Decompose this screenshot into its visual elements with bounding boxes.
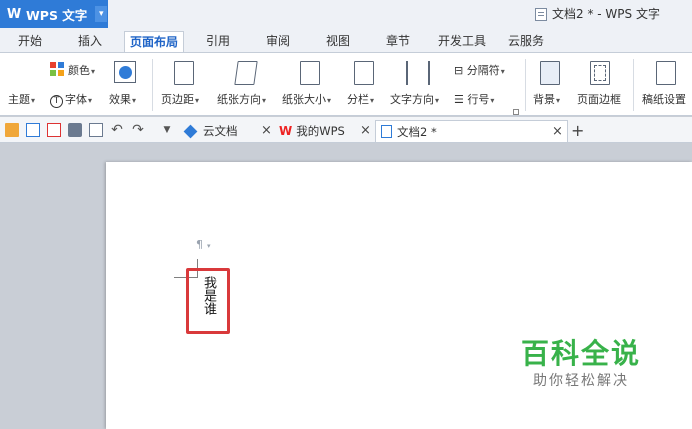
save-icon[interactable] <box>26 123 40 137</box>
doc-tab-my-wps[interactable]: W 我的WPS × <box>279 120 373 142</box>
font-button[interactable]: T 字体▾ <box>50 91 92 108</box>
tab-chapter[interactable]: 章节 <box>378 31 418 52</box>
margins-button[interactable]: 页边距▾ <box>161 91 199 107</box>
document-icon <box>535 7 547 21</box>
print-preview-icon[interactable] <box>89 123 103 137</box>
columns-icon <box>354 61 374 85</box>
background-icon <box>540 61 560 85</box>
quick-access-toolbar: ↶ ↷ ▼ 云文档 × W 我的WPS × 文档2 * × + <box>0 117 692 143</box>
manuscript-settings-button[interactable]: 稿纸设置 <box>642 91 686 107</box>
line-numbers-button[interactable]: ☰ 行号▾ <box>454 91 494 107</box>
cloud-icon <box>183 124 198 138</box>
document-page[interactable]: ¶ ▾ 我是谁 百科全说 助你轻松解决 <box>106 162 692 429</box>
print-icon[interactable] <box>68 123 82 137</box>
font-icon: T <box>50 95 63 108</box>
theme-icon <box>12 61 36 85</box>
export-pdf-icon[interactable] <box>47 123 61 137</box>
breaks-button[interactable]: ⊟ 分隔符▾ <box>454 62 505 78</box>
menu-tabs: 开始 插入 页面布局 引用 审阅 视图 章节 开发工具 云服务 <box>0 28 692 52</box>
title-bar: W WPS 文字 ▾ 文档2 * - WPS 文字 <box>0 0 692 28</box>
paragraph-mark-icon[interactable]: ¶ ▾ <box>196 238 211 251</box>
breaks-icon: ⊟ <box>454 64 464 77</box>
tab-insert[interactable]: 插入 <box>70 31 110 52</box>
tab-review[interactable]: 审阅 <box>258 31 298 52</box>
window-title: 文档2 * - WPS 文字 <box>535 0 660 28</box>
watermark: 百科全说 助你轻松解决 <box>516 337 646 391</box>
ribbon-divider <box>633 59 634 111</box>
redo-icon[interactable]: ↷ <box>131 123 145 137</box>
paper-size-icon <box>300 61 320 85</box>
tab-page-layout[interactable]: 页面布局 <box>124 31 184 52</box>
tab-home[interactable]: 开始 <box>10 31 50 52</box>
effects-button[interactable]: 效果▾ <box>109 91 136 107</box>
close-tab-icon[interactable]: × <box>360 120 371 142</box>
doc-tab-document2[interactable]: 文档2 * × <box>375 120 568 142</box>
manuscript-icon <box>656 61 676 85</box>
orientation-icon <box>234 61 258 85</box>
close-tab-icon[interactable]: × <box>552 121 563 143</box>
ribbon-divider <box>525 59 526 111</box>
tab-cloud-services[interactable]: 云服务 <box>502 31 550 52</box>
customize-toolbar-icon[interactable]: ▼ <box>160 123 174 137</box>
vertical-text[interactable]: 我是谁 <box>198 276 218 315</box>
paper-size-button[interactable]: 纸张大小▾ <box>282 91 331 107</box>
line-numbers-icon: ☰ <box>454 93 464 106</box>
app-menu-button[interactable]: W WPS 文字 ▾ <box>0 0 108 28</box>
watermark-title: 百科全说 <box>520 337 641 370</box>
text-direction-button[interactable]: 文字方向▾ <box>390 91 439 107</box>
doc-tab-cloud[interactable]: 云文档 × <box>183 120 274 142</box>
background-button[interactable]: 背景▾ <box>533 91 560 107</box>
document-icon <box>381 125 392 138</box>
color-button[interactable]: 颜色▾ <box>68 62 95 78</box>
window-title-text: 文档2 * - WPS 文字 <box>552 7 660 21</box>
columns-button[interactable]: 分栏▾ <box>347 91 374 107</box>
color-palette-icon <box>50 62 64 76</box>
ribbon-page-layout: 主题▾ 颜色▾ T 字体▾ 效果▾ 页边距▾ 纸张方向▾ 纸张大小▾ 分栏▾ 文字… <box>0 52 692 116</box>
wps-logo-icon: W <box>279 124 293 138</box>
open-folder-icon[interactable] <box>5 123 19 137</box>
ribbon-divider <box>152 59 153 111</box>
theme-button[interactable]: 主题▾ <box>8 91 35 107</box>
chevron-down-icon[interactable]: ▾ <box>95 6 108 22</box>
dialog-launcher-icon[interactable] <box>513 109 519 115</box>
tab-references[interactable]: 引用 <box>198 31 238 52</box>
close-tab-icon[interactable]: × <box>261 120 272 142</box>
wps-logo-icon: W <box>6 6 22 22</box>
app-name: WPS 文字 <box>26 7 88 23</box>
effects-icon <box>114 61 136 83</box>
text-direction-icon <box>406 61 430 85</box>
page-border-icon <box>590 61 610 85</box>
undo-icon[interactable]: ↶ <box>110 123 124 137</box>
page-borders-button[interactable]: 页面边框 <box>577 91 621 107</box>
watermark-subtitle: 助你轻松解决 <box>533 373 629 389</box>
new-tab-button[interactable]: + <box>571 121 584 140</box>
margins-icon <box>174 61 194 85</box>
tab-developer-tools[interactable]: 开发工具 <box>434 31 490 52</box>
document-workspace: ¶ ▾ 我是谁 百科全说 助你轻松解决 <box>0 144 692 429</box>
orientation-button[interactable]: 纸张方向▾ <box>217 91 266 107</box>
tab-view[interactable]: 视图 <box>318 31 358 52</box>
